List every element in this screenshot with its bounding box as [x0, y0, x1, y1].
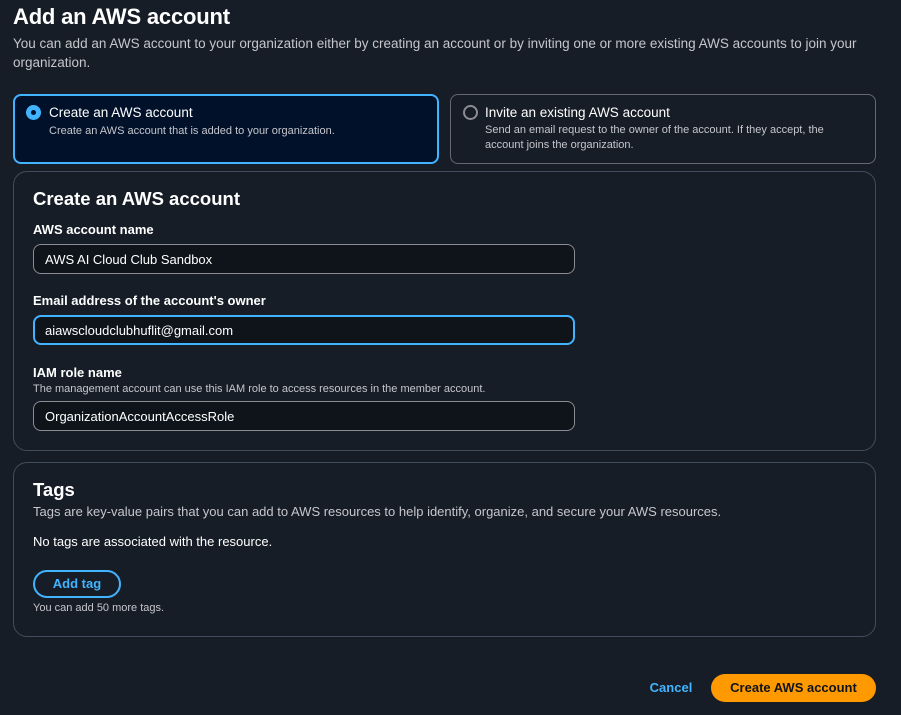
- tags-description: Tags are key-value pairs that you can ad…: [33, 504, 722, 519]
- add-tag-button[interactable]: Add tag: [33, 570, 121, 598]
- email-input[interactable]: [33, 315, 575, 345]
- create-aws-account-button[interactable]: Create AWS account: [711, 674, 876, 702]
- iam-role-hint: The management account can use this IAM …: [33, 383, 486, 395]
- create-account-heading: Create an AWS account: [33, 188, 240, 209]
- account-name-label: AWS account name: [33, 222, 154, 237]
- tile-invite-description: Send an email request to the owner of th…: [485, 124, 824, 151]
- tile-create-description: Create an AWS account that is added to y…: [49, 125, 335, 137]
- email-label: Email address of the account's owner: [33, 293, 266, 308]
- page-title: Add an AWS account: [13, 4, 230, 29]
- create-account-container: Create an AWS account AWS account name E…: [13, 171, 876, 451]
- tile-create-account[interactable]: Create an AWS account Create an AWS acco…: [13, 94, 439, 164]
- add-aws-account-page: Add an AWS account You can add an AWS ac…: [0, 0, 901, 715]
- tags-heading: Tags: [33, 479, 75, 500]
- tile-invite-account[interactable]: Invite an existing AWS account Send an e…: [450, 94, 876, 164]
- radio-unselected-icon[interactable]: [463, 105, 478, 120]
- account-name-input[interactable]: [33, 244, 575, 274]
- radio-selected-icon[interactable]: [26, 105, 41, 120]
- no-tags-message: No tags are associated with the resource…: [33, 534, 273, 549]
- tags-container: Tags Tags are key-value pairs that you c…: [13, 462, 876, 637]
- tile-create-label: Create an AWS account: [49, 105, 193, 120]
- tile-invite-label: Invite an existing AWS account: [485, 105, 670, 120]
- cancel-button[interactable]: Cancel: [641, 674, 701, 702]
- page-description: You can add an AWS account to your organ…: [13, 36, 857, 70]
- iam-role-label: IAM role name: [33, 365, 122, 380]
- tags-limit-text: You can add 50 more tags.: [33, 602, 165, 614]
- iam-role-input[interactable]: [33, 401, 575, 431]
